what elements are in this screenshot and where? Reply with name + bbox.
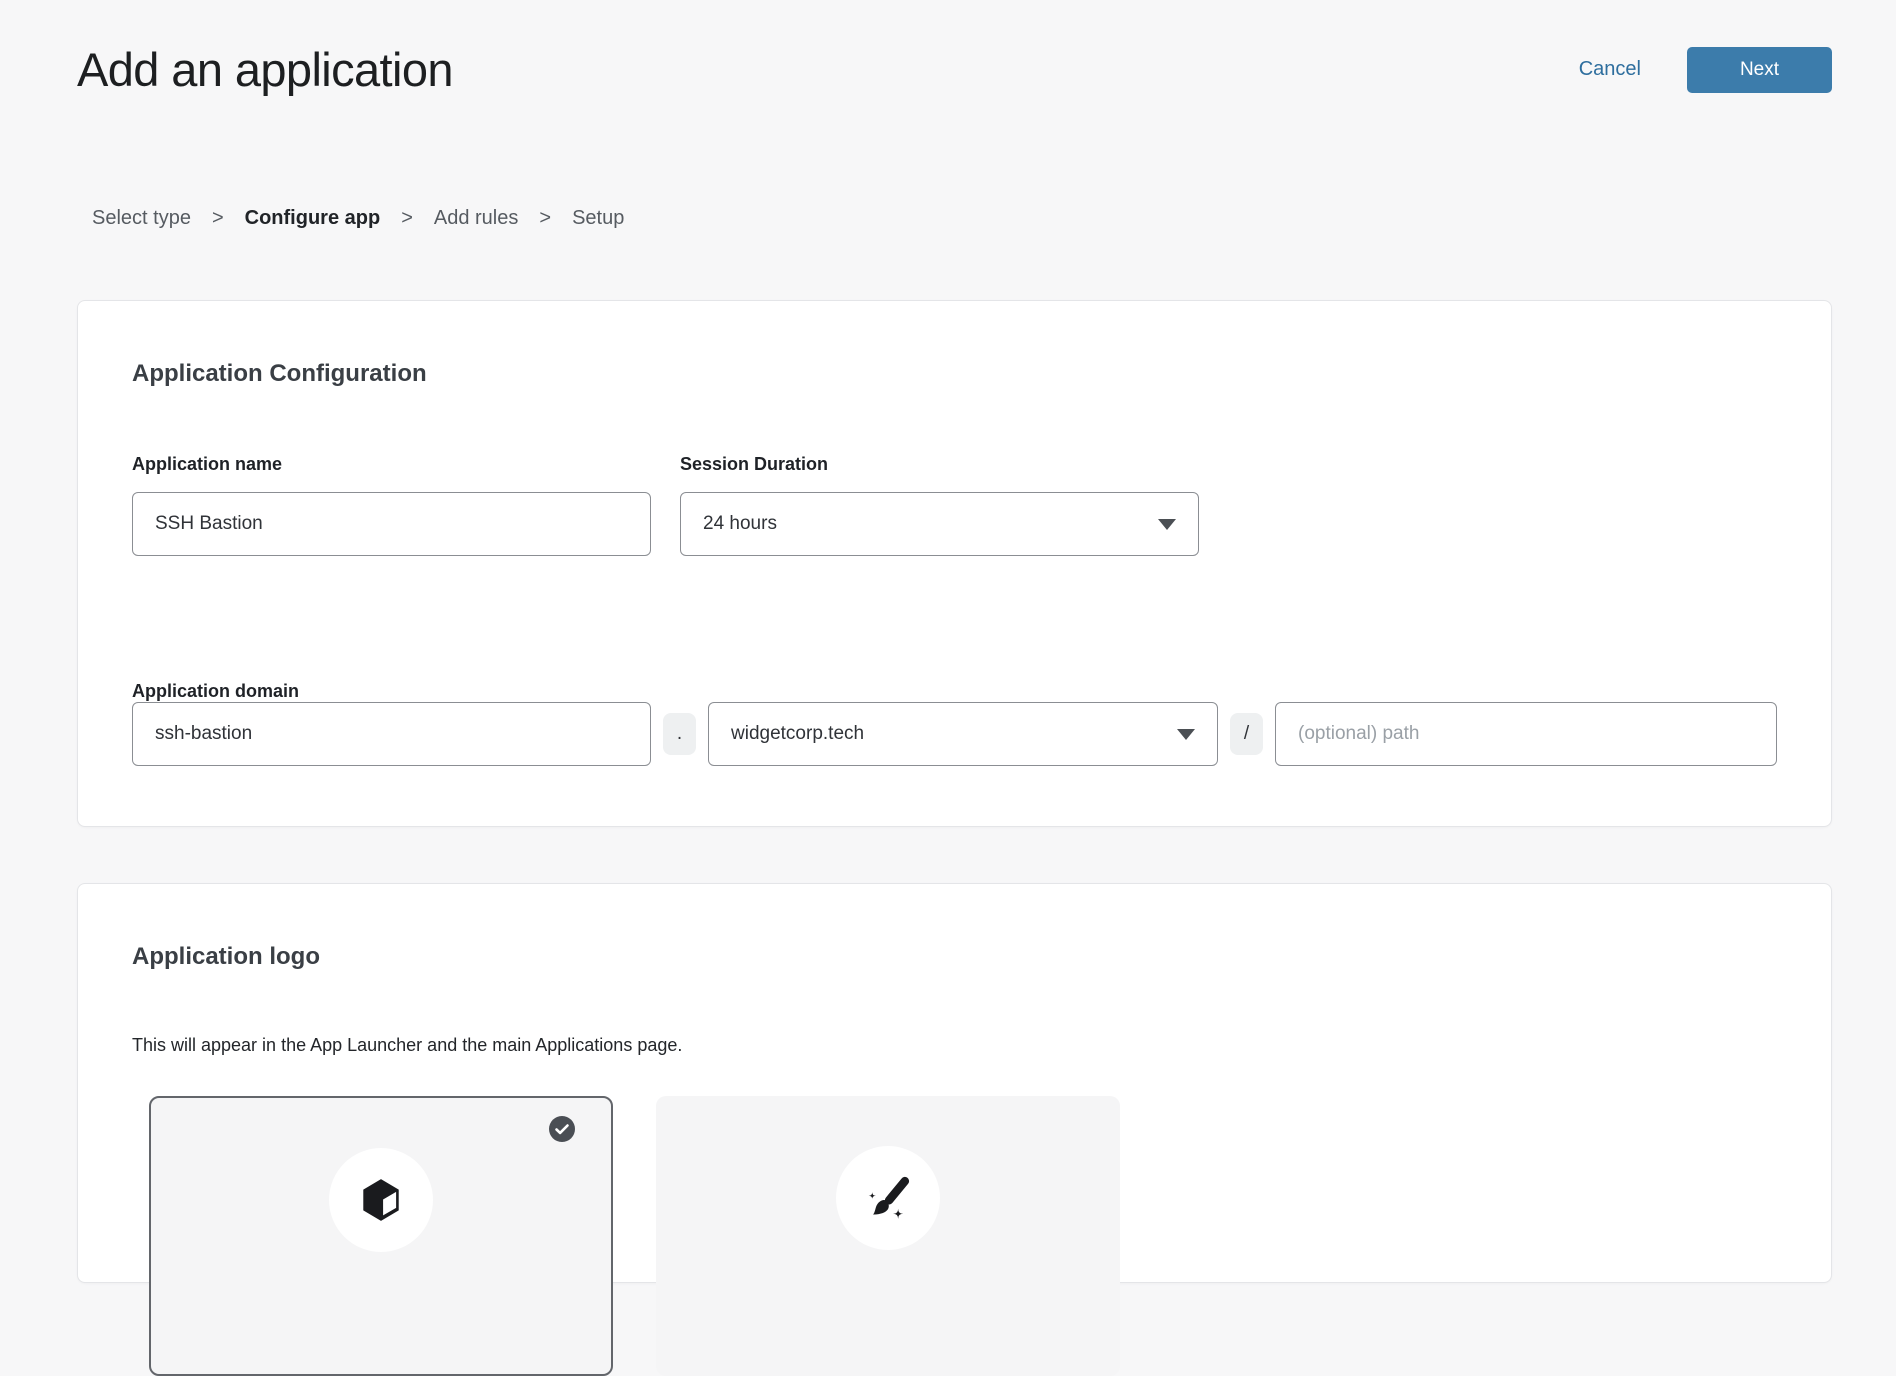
application-domain-row: . widgetcorp.tech / xyxy=(132,702,1777,766)
step-select-type[interactable]: Select type xyxy=(92,207,191,230)
custom-logo-option[interactable] xyxy=(656,1096,1120,1376)
page-title: Add an application xyxy=(77,42,453,97)
application-domain-label: Application domain xyxy=(132,680,1777,702)
session-duration-select[interactable]: 24 hours xyxy=(680,492,1199,556)
chevron-down-icon xyxy=(1158,519,1176,530)
step-add-rules[interactable]: Add rules xyxy=(434,207,519,230)
application-name-field: Application name xyxy=(132,453,651,556)
paintbrush-icon xyxy=(861,1171,915,1225)
add-application-page: Add an application Cancel Next Select ty… xyxy=(0,0,1896,1228)
breadcrumb-separator: > xyxy=(212,207,224,230)
chevron-down-icon xyxy=(1177,729,1195,740)
cube-icon xyxy=(356,1175,406,1225)
header-actions: Cancel Next xyxy=(1579,47,1832,93)
breadcrumb: Select type > Configure app > Add rules … xyxy=(92,207,1896,230)
domain-select[interactable]: widgetcorp.tech xyxy=(708,702,1218,766)
logo-icon-circle xyxy=(836,1146,940,1250)
application-domain-field: Application domain . widgetcorp.tech / xyxy=(132,680,1777,766)
application-name-label: Application name xyxy=(132,453,651,475)
cancel-button[interactable]: Cancel xyxy=(1579,58,1641,81)
breadcrumb-separator: > xyxy=(539,207,551,230)
application-configuration-card: Application Configuration Application na… xyxy=(77,300,1832,827)
dot-separator-badge: . xyxy=(663,713,696,755)
path-input[interactable] xyxy=(1275,702,1777,766)
logo-icon-circle xyxy=(329,1148,433,1252)
page-header: Add an application Cancel Next xyxy=(0,0,1896,97)
domain-select-value: widgetcorp.tech xyxy=(731,723,864,745)
application-name-input[interactable] xyxy=(132,492,651,556)
step-setup[interactable]: Setup xyxy=(572,207,624,230)
breadcrumb-separator: > xyxy=(401,207,413,230)
application-logo-card: Application logo This will appear in the… xyxy=(77,883,1832,1283)
next-button[interactable]: Next xyxy=(1687,47,1832,93)
subdomain-input[interactable] xyxy=(132,702,651,766)
check-icon xyxy=(549,1116,575,1142)
logo-description: This will appear in the App Launcher and… xyxy=(132,1034,1777,1056)
configuration-heading: Application Configuration xyxy=(132,359,1777,389)
session-duration-label: Session Duration xyxy=(680,453,1199,475)
default-logo-option[interactable] xyxy=(149,1096,613,1376)
session-duration-value: 24 hours xyxy=(703,513,777,535)
session-duration-field: Session Duration 24 hours xyxy=(680,453,1199,556)
slash-separator-badge: / xyxy=(1230,713,1263,755)
step-configure-app[interactable]: Configure app xyxy=(245,207,381,230)
logo-heading: Application logo xyxy=(132,942,1777,972)
logo-options xyxy=(149,1096,1777,1376)
name-duration-row: Application name Session Duration 24 hou… xyxy=(132,453,1777,556)
